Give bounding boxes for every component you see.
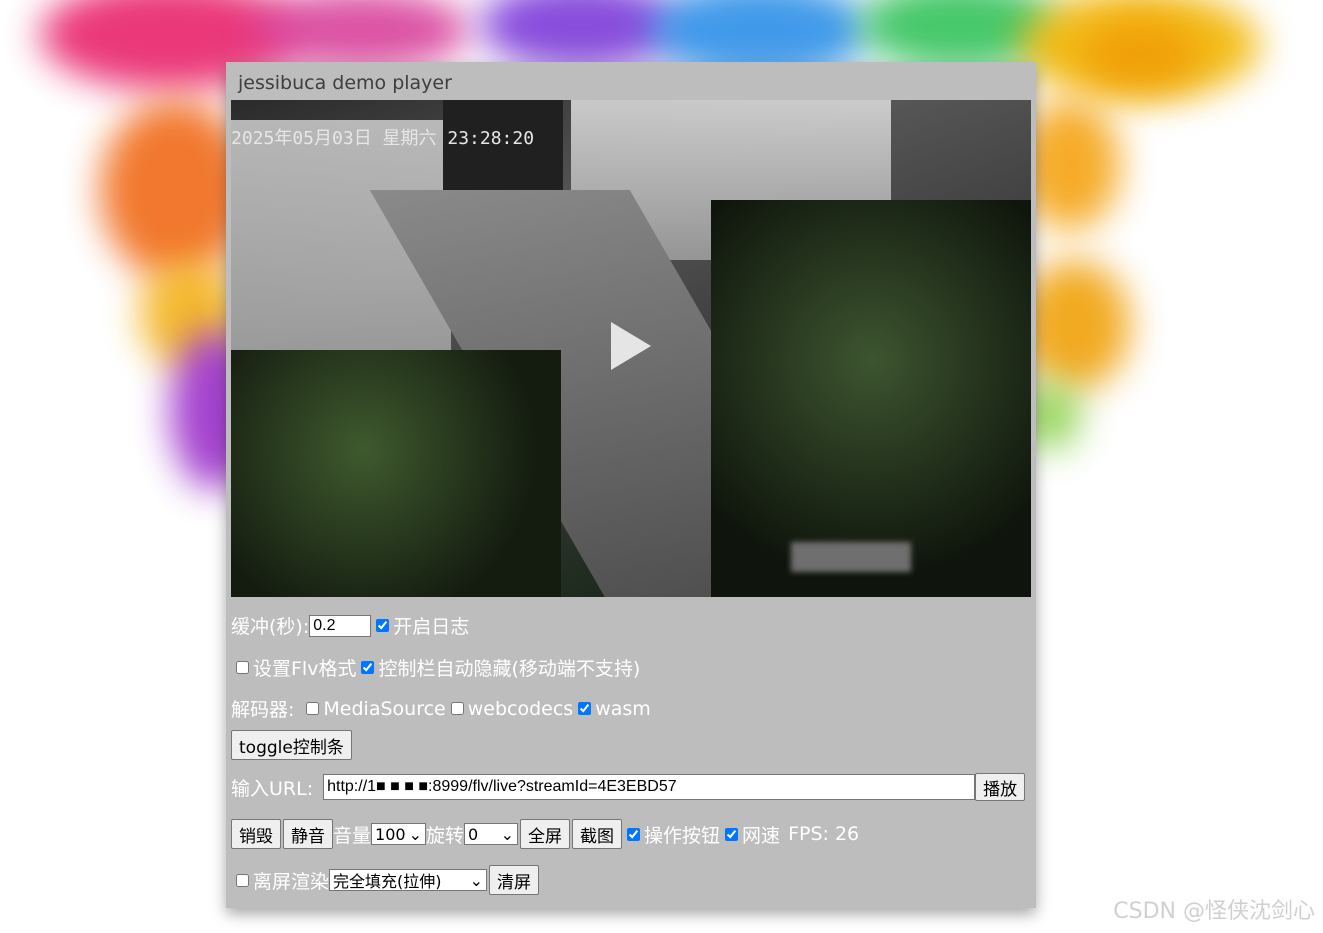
volume-label: 音量 <box>333 824 372 847</box>
action-row: 销毁 静音 音量 100 ⌄ 旋转 0 ⌄ 全屏 截图 操作按钮 网速 FPS:… <box>231 819 859 849</box>
operate-checkbox[interactable] <box>627 827 641 841</box>
autohide-label: 控制栏自动隐藏(移动端不支持) <box>378 658 641 680</box>
fullscreen-button[interactable]: 全屏 <box>520 819 571 849</box>
offscreen-checkbox[interactable] <box>236 873 249 887</box>
toggle-row: toggle控制条 <box>231 730 352 760</box>
autohide-checkbox[interactable] <box>361 661 375 674</box>
fill-mode-value: 完全填充(拉伸) <box>333 872 442 891</box>
flv-checkbox[interactable] <box>236 661 249 674</box>
flv-label: 设置Flv格式 <box>253 658 357 680</box>
screenshot-button[interactable]: 截图 <box>572 819 623 849</box>
log-label: 开启日志 <box>393 616 470 638</box>
url-input[interactable] <box>323 774 976 800</box>
wasm-checkbox[interactable] <box>578 702 592 715</box>
blurred-label <box>791 542 911 572</box>
buffer-row: 缓冲(秒): 开启日志 <box>231 612 469 639</box>
clear-screen-button[interactable]: 清屏 <box>489 865 540 895</box>
buffer-input[interactable] <box>309 614 372 637</box>
mute-button[interactable]: 静音 <box>283 819 333 849</box>
play-button[interactable]: 播放 <box>975 773 1026 801</box>
video-osd-timestamp: 2025年05月03日 星期六 23:28:20 <box>231 128 535 149</box>
volume-select[interactable]: 100 ⌄ <box>371 823 427 845</box>
render-row: 离屏渲染 完全填充(拉伸) ⌄ 清屏 <box>231 865 540 895</box>
chevron-down-icon: ⌄ <box>469 870 484 890</box>
rotate-value: 0 <box>468 824 479 844</box>
chevron-down-icon: ⌄ <box>408 824 423 844</box>
buffer-label: 缓冲(秒): <box>231 616 310 638</box>
options-row: 设置Flv格式 控制栏自动隐藏(移动端不支持) <box>231 654 640 681</box>
log-checkbox[interactable] <box>376 619 390 632</box>
volume-value: 100 <box>375 824 406 844</box>
url-row: 输入URL: 播放 <box>231 773 1026 801</box>
mediasource-label: MediaSource <box>323 697 446 720</box>
offscreen-label: 离屏渲染 <box>253 870 330 893</box>
operate-label: 操作按钮 <box>644 824 721 847</box>
play-icon[interactable] <box>611 322 651 370</box>
webcodecs-checkbox[interactable] <box>450 702 464 715</box>
speed-checkbox[interactable] <box>725 827 739 841</box>
url-label: 输入URL: <box>231 777 314 800</box>
rotate-label: 旋转 <box>426 824 465 847</box>
speed-label: 网速 <box>742 824 781 847</box>
video-area[interactable]: 2025年05月03日 星期六 23:28:20 <box>231 100 1031 597</box>
webcodecs-label: webcodecs <box>467 697 574 720</box>
watermark: CSDN @怪侠沈剑心 <box>1113 899 1315 924</box>
mediasource-checkbox[interactable] <box>306 702 320 715</box>
decoder-label: 解码器: <box>231 699 295 721</box>
toggle-controls-button[interactable]: toggle控制条 <box>231 730 352 760</box>
rotate-select[interactable]: 0 ⌄ <box>464 823 519 845</box>
fps-readout: FPS: 26 <box>788 823 860 845</box>
decoder-row: 解码器: MediaSource webcodecs wasm <box>231 695 651 722</box>
wasm-label: wasm <box>595 697 651 720</box>
chevron-down-icon: ⌄ <box>500 824 515 844</box>
destroy-button[interactable]: 销毁 <box>231 819 281 849</box>
fill-mode-select[interactable]: 完全填充(拉伸) ⌄ <box>329 869 488 891</box>
player-title: jessibuca demo player <box>238 72 452 94</box>
player-container: jessibuca demo player 2025年05月03日 星期六 23… <box>226 62 1036 908</box>
